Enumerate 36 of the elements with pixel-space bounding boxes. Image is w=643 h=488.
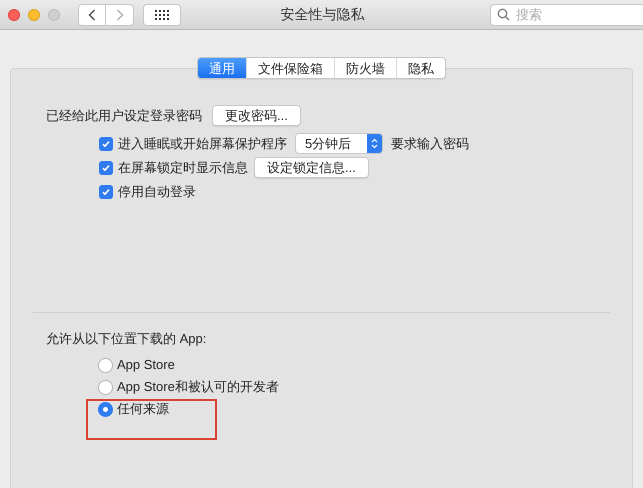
back-button[interactable] (78, 4, 106, 26)
password-label: 已经给此用户设定登录密码 (46, 106, 202, 125)
radio-button[interactable] (98, 402, 113, 416)
radio-button[interactable] (98, 358, 113, 372)
option-label: 在屏幕锁定时显示信息 (118, 158, 248, 177)
grid-view-button[interactable] (143, 4, 181, 26)
check-icon (101, 162, 111, 172)
tab[interactable]: 文件保险箱 (246, 58, 334, 78)
search-input[interactable]: 搜索 (516, 4, 636, 24)
radio-button[interactable] (98, 380, 113, 394)
delay-select[interactable]: 5分钟后 (295, 133, 383, 154)
close-button[interactable] (8, 8, 20, 20)
checkbox[interactable] (99, 160, 113, 174)
search-icon (497, 8, 510, 21)
radio-label: App Store (117, 356, 175, 374)
option-label: 停用自动登录 (118, 182, 196, 201)
tab[interactable]: 通用 (198, 58, 246, 78)
forward-icon (116, 8, 124, 20)
tab[interactable]: 防火墙 (334, 58, 396, 78)
check-icon (101, 186, 111, 196)
tab[interactable]: 隐私 (396, 58, 445, 78)
option-label: 进入睡眠或开始屏幕保护程序 (118, 134, 287, 153)
lock-message-button[interactable]: 设定锁定信息... (254, 157, 369, 178)
change-password-button[interactable]: 更改密码... (212, 105, 301, 126)
radio-label: 任何来源 (117, 400, 169, 418)
stepper-icon (367, 134, 382, 153)
download-label: 允许从以下位置下载的 App: (46, 330, 208, 348)
checkbox[interactable] (99, 136, 113, 150)
back-icon (88, 8, 96, 20)
option-suffix: 要求输入密码 (391, 134, 469, 153)
check-icon (101, 138, 111, 148)
checkbox[interactable] (99, 184, 113, 198)
window-title: 安全性与隐私 (280, 5, 366, 24)
radio-label: App Store和被认可的开发者 (117, 378, 279, 396)
grid-icon (155, 10, 169, 20)
search-field[interactable]: 搜索 (490, 4, 643, 26)
